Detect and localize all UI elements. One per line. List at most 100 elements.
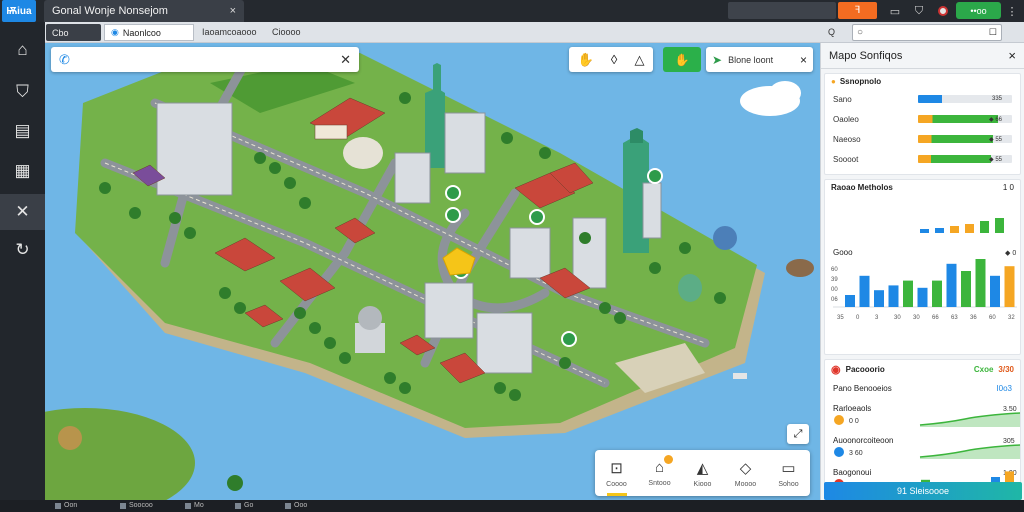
- metrics-bar: [903, 280, 913, 307]
- window-title-tab[interactable]: Gonal Wonje Nonsejom ×: [44, 0, 244, 22]
- chart-tick-label: 3: [875, 315, 879, 321]
- chart-axis-label: 06: [831, 297, 838, 303]
- report-row-label: Auoonorcoiteoon: [833, 436, 894, 445]
- hand-icon: ✋: [674, 52, 690, 67]
- stat-name: Naeoso: [833, 134, 861, 144]
- chart-label: Gooo: [833, 248, 853, 257]
- drop-icon[interactable]: ◊: [611, 52, 617, 67]
- stat-row: Soooot ◆ 55: [825, 149, 1020, 169]
- sidebar-item-help[interactable]: ↻: [0, 232, 45, 268]
- report-row-label: Pano Benooeios: [833, 383, 892, 393]
- map-search-bar[interactable]: ✆ ✕: [51, 47, 359, 72]
- map-info-label: Blone loont: [728, 54, 774, 65]
- metrics-bar: [965, 224, 974, 233]
- app-logo: Ѭiua: [2, 0, 36, 22]
- reports-value-a: Cxoe: [973, 365, 994, 374]
- chart-axis-label: 39: [831, 277, 838, 283]
- menu-icon[interactable]: ⋮: [1004, 3, 1020, 19]
- tab-active-label: Naonlcoo: [122, 27, 161, 38]
- sidebar-item-book[interactable]: ▦: [0, 153, 45, 189]
- stats-section: ● Ssnopnolo Sano 335 Oaoleo ◆ 66 Naeoso ◆ 55 S…: [824, 73, 1021, 175]
- notification-badge: [664, 455, 673, 464]
- close-icon[interactable]: ×: [800, 53, 807, 67]
- action-build[interactable]: ⌂ Sntooo: [638, 450, 681, 496]
- tag-icon: ◇: [739, 459, 752, 477]
- action-frame[interactable]: ▭ Sohoo: [767, 450, 810, 496]
- window-title: Gonal Wonje Nonsejom: [52, 5, 168, 17]
- stat-name: Sano: [833, 94, 852, 104]
- action-tag[interactable]: ◇ Moooo: [724, 450, 767, 496]
- rock: [786, 259, 814, 277]
- status-item[interactable]: Go: [235, 502, 253, 509]
- metrics-bar: [990, 275, 1000, 307]
- shield-icon[interactable]: ⛉: [911, 3, 927, 19]
- frame-icon: ▭: [781, 459, 796, 477]
- clear-icon[interactable]: ☐: [989, 27, 997, 38]
- toolbar-item-2[interactable]: Cioooo: [272, 27, 301, 37]
- list-icon: ▤: [14, 121, 31, 140]
- metrics-bar: [995, 218, 1004, 233]
- stat-value: 335: [991, 96, 1002, 102]
- tab-group-label: Cbo: [52, 27, 69, 38]
- green-status-button[interactable]: ••oo: [956, 2, 1001, 19]
- metrics-title: Raoao Metholos: [831, 183, 893, 192]
- sidebar-item-shield[interactable]: ⛉: [0, 74, 45, 110]
- report-row-sub: 0 0: [849, 418, 859, 425]
- action-select[interactable]: ⊡ Coooo: [595, 450, 638, 496]
- triangle-icon[interactable]: △: [634, 52, 644, 68]
- close-icon[interactable]: ×: [230, 5, 236, 17]
- reports-value-b: 3/30: [998, 365, 1014, 374]
- toolbar: Cbo ◉ Naonlcoo Iaoamcoaooo Cioooo Q ○ ☐: [0, 22, 1024, 43]
- sparkline-area: [920, 445, 1020, 459]
- metrics-bar: [961, 271, 971, 307]
- panel-cta-button[interactable]: 91 Sleisoooe: [824, 482, 1022, 500]
- metrics-value: 1 0: [1002, 183, 1014, 192]
- search-input[interactable]: ○ ☐: [852, 24, 1002, 41]
- shield-icon: ⛉: [16, 82, 29, 101]
- chart-tick-label: 0: [856, 315, 860, 321]
- report-row-sub: 3 60: [849, 450, 863, 457]
- map-toolbar: ✋ ◊ △: [569, 47, 653, 72]
- chart-axis-label: 00: [831, 287, 838, 293]
- status-item[interactable]: Oon: [55, 502, 77, 509]
- hand-icon[interactable]: ✋: [578, 52, 594, 68]
- status-item[interactable]: Soocoo: [120, 502, 153, 509]
- terrain-icon: ◭: [696, 459, 709, 477]
- city-icon: ⌂: [17, 40, 28, 59]
- green-tool-button[interactable]: ✋: [663, 47, 701, 72]
- action-terrain[interactable]: ◭ Kiooo: [681, 450, 724, 496]
- close-icon[interactable]: ×: [1008, 48, 1016, 63]
- metrics-bar: [935, 228, 944, 233]
- tab-group[interactable]: Cbo: [46, 24, 101, 41]
- city-map-render[interactable]: [45, 43, 820, 500]
- reports-title: Pacooorio: [845, 365, 885, 374]
- reports-section: ◉ Pacooorio Cxoe 3/30 Pano Benooeios Ι0ο…: [824, 359, 1021, 499]
- tab-active[interactable]: ◉ Naonlcoo: [104, 24, 194, 41]
- avatar[interactable]: [935, 3, 951, 19]
- metrics-bar: [920, 229, 929, 233]
- sidebar-item-list[interactable]: ▤: [0, 113, 45, 149]
- city-map-viewport[interactable]: ✆ ✕ ✋ ◊ △ ✋ ➤ Blone loont × ⤢ ⊡ Coooo ⌂ …: [45, 43, 820, 500]
- close-icon[interactable]: ✕: [340, 52, 351, 68]
- chart-value: ◆ 0: [1005, 250, 1016, 257]
- status-item[interactable]: Mo: [185, 502, 204, 509]
- action-label: Coooo: [606, 480, 627, 488]
- chart-tick-label: 63: [951, 315, 958, 321]
- chart-axis-label: 60: [831, 267, 838, 273]
- leaf-icon: ➤: [712, 52, 723, 67]
- orange-action-button[interactable]: ꟻ: [838, 2, 877, 19]
- status-dot-icon: [834, 447, 844, 457]
- report-row-value: Ι0ο3: [996, 383, 1012, 393]
- metrics-bar: [975, 259, 986, 307]
- sidebar-item-map[interactable]: ⌂: [0, 32, 45, 68]
- action-label: Sntooo: [648, 480, 671, 487]
- map-info-chip[interactable]: ➤ Blone loont ×: [706, 47, 813, 72]
- sidebar-item-tools[interactable]: ✕: [0, 194, 45, 230]
- status-item[interactable]: Ooo: [285, 502, 307, 509]
- top-search-input[interactable]: [728, 2, 836, 19]
- expand-icon[interactable]: ⤢: [787, 424, 809, 444]
- toolbar-item-1[interactable]: Iaoamcoaooo: [202, 27, 257, 37]
- stat-value: ◆ 55: [989, 136, 1002, 143]
- map-settings-panel: Mapo Sonfiqos × ● Ssnopnolo Sano 335 Oaole…: [820, 43, 1024, 500]
- clipboard-icon[interactable]: ▭: [887, 3, 903, 19]
